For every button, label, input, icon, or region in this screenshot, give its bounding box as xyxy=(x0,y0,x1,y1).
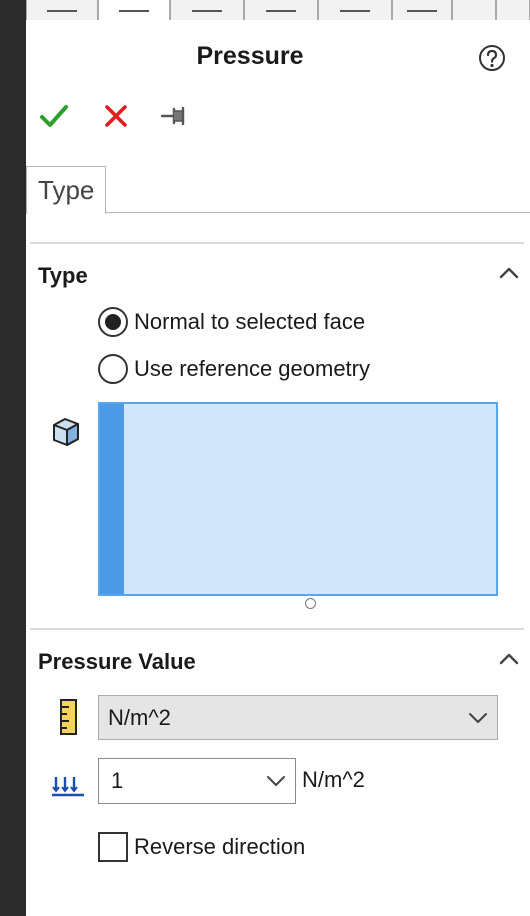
pressure-arrows-icon xyxy=(52,777,84,797)
manager-tab-8[interactable] xyxy=(496,0,530,20)
help-icon[interactable] xyxy=(478,44,506,72)
reverse-direction-checkbox[interactable] xyxy=(98,832,128,862)
selection-color-strip xyxy=(100,404,124,594)
tab-glyph-icon xyxy=(340,2,370,12)
reverse-direction-label: Reverse direction xyxy=(134,834,306,859)
face-selection-icon xyxy=(53,418,79,446)
ruler-icon xyxy=(60,699,77,735)
tab-glyph-icon xyxy=(192,2,222,12)
manager-tab-3[interactable] xyxy=(170,0,244,20)
pressure-unit-label: N/m^2 xyxy=(302,767,365,792)
tab-glyph-icon xyxy=(266,2,296,12)
chevron-up-icon[interactable] xyxy=(498,265,520,281)
tab-glyph-icon xyxy=(47,2,77,12)
pushpin-icon[interactable] xyxy=(158,100,190,132)
radio-button[interactable] xyxy=(98,354,128,384)
unit-select[interactable]: N/m^2 xyxy=(98,695,498,740)
section-divider xyxy=(30,628,524,630)
type-section-title: Type xyxy=(38,263,88,288)
tab-baseline xyxy=(105,212,530,213)
manager-tab-7[interactable] xyxy=(452,0,496,20)
radio-reference-geometry[interactable]: Use reference geometry xyxy=(98,354,370,384)
manager-tab-4[interactable] xyxy=(244,0,318,20)
radio-label: Normal to selected face xyxy=(134,309,366,334)
face-selection-box[interactable] xyxy=(98,402,498,596)
pressure-value-combo[interactable]: 1 xyxy=(98,758,296,804)
checkmark-icon[interactable] xyxy=(38,100,70,132)
manager-tab-1[interactable] xyxy=(26,0,98,20)
tab-glyph-icon xyxy=(407,2,437,12)
section-divider xyxy=(30,242,524,244)
tab-type[interactable]: Type xyxy=(26,166,106,214)
manager-tab-6[interactable] xyxy=(392,0,452,20)
manager-tab-2[interactable] xyxy=(98,0,170,20)
tab-glyph-icon xyxy=(119,2,149,12)
chevron-down-icon xyxy=(267,776,285,786)
unit-select-value: N/m^2 xyxy=(108,705,171,730)
radio-dot xyxy=(105,314,121,330)
chevron-up-icon[interactable] xyxy=(498,651,520,667)
manager-tabs xyxy=(26,0,530,20)
close-icon[interactable] xyxy=(100,100,132,132)
radio-normal-to-face[interactable]: Normal to selected face xyxy=(98,307,365,337)
radio-button[interactable] xyxy=(98,307,128,337)
window-edge xyxy=(0,0,26,916)
page-title: Pressure xyxy=(196,42,304,70)
chevron-down-icon xyxy=(469,713,487,723)
reverse-direction-row[interactable]: Reverse direction xyxy=(98,832,305,862)
resize-handle[interactable] xyxy=(305,598,316,609)
manager-tab-5[interactable] xyxy=(318,0,392,20)
pressure-section-title: Pressure Value xyxy=(38,649,196,674)
radio-label: Use reference geometry xyxy=(134,356,370,381)
pressure-value: 1 xyxy=(111,768,124,793)
